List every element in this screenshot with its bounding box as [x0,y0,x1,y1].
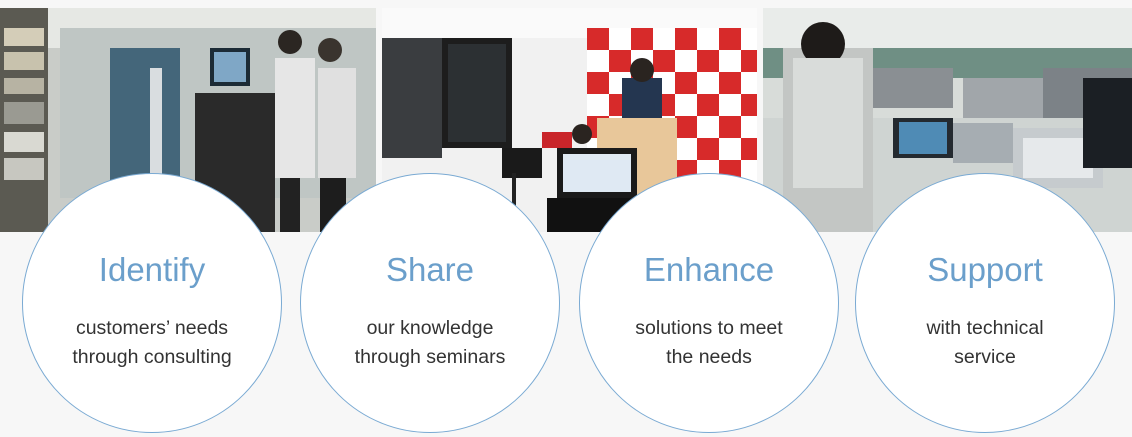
step-description-line: customers’ needs [75,317,229,339]
step-title: Identify [98,251,206,288]
step-title: Share [385,251,475,288]
step-description: our knowledge through seminars [311,314,549,372]
step-support: Support with technical service [855,173,1115,433]
step-description: with technical service [866,314,1104,372]
step-description-line: solutions to meet [635,317,783,339]
step-title: Enhance [643,251,775,288]
step-description-line: through seminars [354,346,506,368]
step-description: customers’ needs through consulting [33,314,271,372]
step-description-line: our knowledge [366,317,494,339]
step-description: solutions to meet the needs [590,314,828,372]
step-description-line: service [954,346,1016,368]
step-description-line: through consulting [72,346,232,368]
step-enhance: Enhance solutions to meet the needs [579,173,839,433]
step-description-line: the needs [666,346,752,368]
step-share: Share our knowledge through seminars [300,173,560,433]
step-title: Support [927,251,1043,288]
step-description-line: with technical [926,317,1044,339]
step-identify: Identify customers’ needs through consul… [22,173,282,433]
